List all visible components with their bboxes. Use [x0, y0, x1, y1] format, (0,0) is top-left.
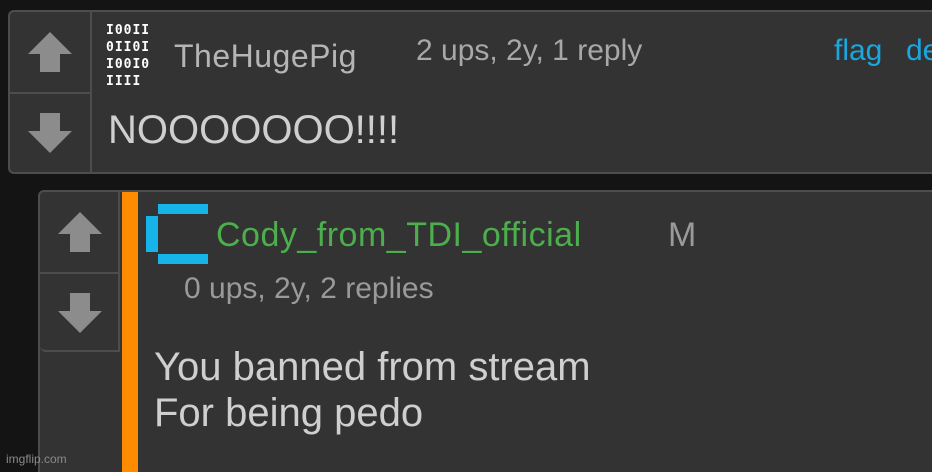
arrow-up-icon: [28, 32, 72, 72]
reply-highlight-bar: [122, 192, 138, 472]
username-link[interactable]: TheHugePig: [174, 38, 357, 75]
comment-cody: Cody_from_TDI_official M 0 ups, 2y, 2 re…: [38, 190, 932, 472]
vote-box: [40, 192, 120, 352]
arrow-down-icon: [58, 293, 102, 333]
upvote-button[interactable]: [40, 192, 120, 272]
comment-text: You banned from stream For being pedo: [154, 344, 591, 436]
avatar-text-row: I00II: [106, 23, 151, 38]
comment-text: NOOOOOOO!!!!: [108, 108, 400, 152]
comment-thehugepig: I00II 0II0I I00I0 IIII TheHugePig 2 ups,…: [8, 10, 932, 174]
arrow-down-icon: [28, 113, 72, 153]
watermark: imgflip.com: [6, 452, 67, 466]
avatar-text-row: 0II0I: [106, 40, 151, 55]
comment-meta: 2 ups, 2y, 1 reply: [416, 34, 643, 67]
mod-badge: M: [668, 216, 697, 254]
avatar[interactable]: I00II 0II0I I00I0 IIII: [106, 22, 174, 90]
vote-panel: [10, 12, 92, 172]
upvote-button[interactable]: [10, 12, 90, 92]
downvote-button[interactable]: [10, 92, 90, 172]
downvote-button[interactable]: [40, 272, 120, 352]
arrow-up-icon: [58, 212, 102, 252]
comment-text-line: You banned from stream: [154, 345, 591, 389]
avatar-text-row: I00I0: [106, 57, 151, 72]
avatar[interactable]: [146, 204, 208, 264]
username-link[interactable]: Cody_from_TDI_official: [216, 216, 582, 255]
vote-panel: [40, 192, 122, 354]
comment-meta: 0 ups, 2y, 2 replies: [184, 272, 434, 305]
avatar-text-row: IIII: [106, 74, 142, 89]
comment-text-line: For being pedo: [154, 391, 424, 435]
flag-link[interactable]: flag: [834, 34, 882, 68]
delete-link[interactable]: de: [906, 34, 932, 68]
